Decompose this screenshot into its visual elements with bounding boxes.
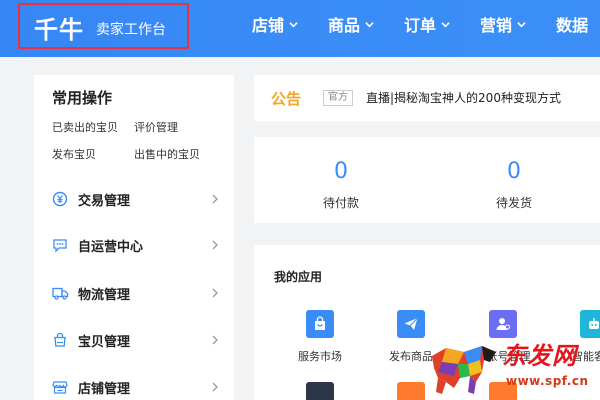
watermark-title: 东发网 <box>502 341 577 370</box>
chevron-right-icon <box>212 194 218 204</box>
chevron-right-icon <box>212 240 218 250</box>
chevron-down-icon <box>517 21 526 27</box>
app-label: 服务市场 <box>298 350 342 363</box>
menu-item-self-operation[interactable]: 自运营中心 <box>34 230 234 260</box>
panel-title: 常用操作 <box>52 89 113 107</box>
chat-icon <box>51 236 69 254</box>
pending-payment-label: 待付款 <box>322 196 359 210</box>
yuan-icon <box>51 190 69 208</box>
chevron-down-icon <box>365 21 374 27</box>
pending-payment-count[interactable]: 0 <box>311 159 371 184</box>
menu-label: 物流管理 <box>78 287 131 303</box>
app-icon-row2-1[interactable] <box>306 382 334 400</box>
quick-link-publish[interactable]: 发布宝贝 <box>52 146 96 162</box>
app-service-market[interactable]: 服务市场 <box>285 310 355 366</box>
announcement-label: 公告 <box>271 90 302 108</box>
bull-logo <box>432 346 496 394</box>
menu-label: 宝贝管理 <box>78 334 131 350</box>
menu-label: 店铺管理 <box>78 381 131 397</box>
chevron-down-icon <box>441 21 450 27</box>
app-subtitle: 卖家工作台 <box>96 22 166 38</box>
top-header: 千牛 卖家工作台 店铺 商品 订单 营销 数据 <box>0 0 600 57</box>
announcement-link[interactable]: 直播|揭秘淘宝神人的200种变现方式 <box>366 89 561 106</box>
menu-item-store[interactable]: 店铺管理 <box>34 372 234 400</box>
bag-icon <box>51 331 69 349</box>
chevron-right-icon <box>212 288 218 298</box>
app-icon-row2-2[interactable] <box>397 382 425 400</box>
nav-data[interactable]: 数据 <box>556 0 588 48</box>
shopping-bag-icon <box>306 310 334 338</box>
quick-link-on-sale[interactable]: 出售中的宝贝 <box>134 146 200 162</box>
nav-products[interactable]: 商品 <box>328 0 374 48</box>
apps-title: 我的应用 <box>274 270 323 284</box>
store-icon <box>51 378 69 396</box>
official-badge: 官方 <box>323 90 353 106</box>
menu-item-logistics[interactable]: 物流管理 <box>34 278 234 308</box>
chevron-right-icon <box>212 335 218 345</box>
nav-label: 营销 <box>480 16 513 35</box>
watermark-url: www.spf.cn <box>506 374 589 388</box>
truck-icon <box>51 284 69 302</box>
menu-item-trade[interactable]: 交易管理 <box>34 184 234 214</box>
chevron-down-icon <box>289 21 298 27</box>
menu-label: 交易管理 <box>78 193 131 209</box>
order-stats-panel: 0 待付款 0 待发货 <box>254 137 600 223</box>
nav-label: 订单 <box>404 16 437 35</box>
nav-label: 商品 <box>328 16 361 35</box>
logo-highlight-box[interactable]: 千牛 卖家工作台 <box>18 3 189 49</box>
nav-label: 店铺 <box>252 16 285 35</box>
quick-link-reviews[interactable]: 评价管理 <box>134 119 178 135</box>
paper-plane-icon <box>397 310 425 338</box>
nav-orders[interactable]: 订单 <box>404 0 450 48</box>
announcement-bar: 公告 官方 直播|揭秘淘宝神人的200种变现方式 <box>254 75 600 121</box>
site-watermark: 东发网 www.spf.cn <box>424 332 600 400</box>
pending-shipment-label: 待发货 <box>495 196 532 210</box>
pending-shipment-count[interactable]: 0 <box>484 159 544 184</box>
nav-marketing[interactable]: 营销 <box>480 0 526 48</box>
nav-label: 数据 <box>556 16 589 35</box>
menu-label: 自运营中心 <box>78 239 144 255</box>
app-logo: 千牛 <box>34 16 84 44</box>
top-nav: 店铺 商品 订单 营销 数据 <box>252 0 600 57</box>
menu-item-items[interactable]: 宝贝管理 <box>34 325 234 355</box>
quick-link-sold-items[interactable]: 已卖出的宝贝 <box>52 119 118 135</box>
chevron-right-icon <box>212 382 218 392</box>
common-operations-panel: 常用操作 已卖出的宝贝 评价管理 发布宝贝 出售中的宝贝 交易管理 自运营中心 … <box>34 75 234 400</box>
nav-store[interactable]: 店铺 <box>252 0 298 48</box>
